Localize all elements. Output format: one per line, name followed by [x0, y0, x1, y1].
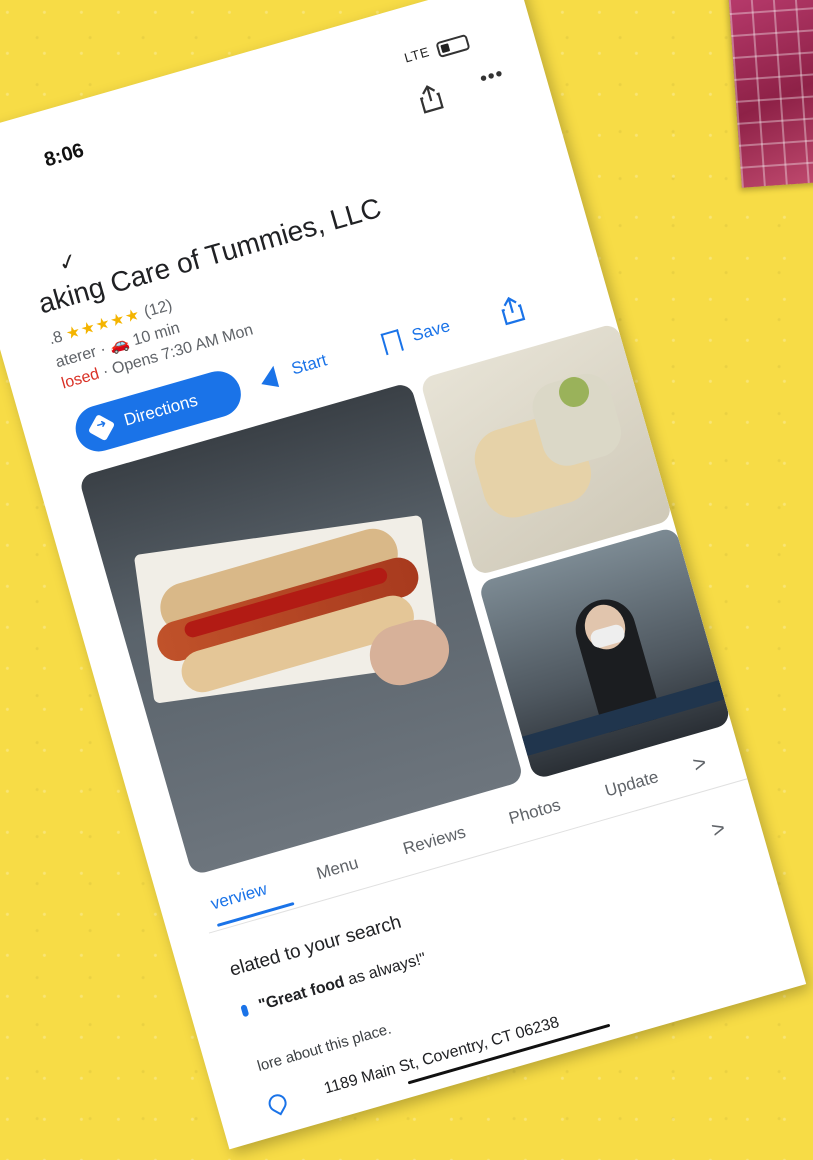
share-place-icon[interactable]	[495, 292, 528, 328]
directions-icon	[87, 414, 116, 442]
signal-indicator: LTE	[402, 43, 432, 66]
start-label: Start	[289, 350, 329, 379]
tab-overview[interactable]: verview	[209, 879, 270, 914]
place-title: aking Care of Tummies, LLC	[34, 191, 385, 320]
location-pin-icon	[265, 1091, 290, 1116]
more-options-icon[interactable]: •••	[477, 63, 506, 92]
save-button[interactable]: Save	[380, 315, 453, 356]
tab-menu[interactable]: Menu	[314, 853, 360, 884]
start-button[interactable]: Start	[260, 350, 329, 387]
tab-updates[interactable]: Update	[603, 767, 661, 801]
status-time: 8:06	[41, 139, 87, 172]
share-icon[interactable]	[414, 80, 447, 116]
tab-photos[interactable]: Photos	[507, 795, 563, 829]
quote-bold: "Great food	[256, 973, 347, 1015]
chevron-right-icon[interactable]: >	[709, 815, 729, 844]
corner-photo	[728, 0, 813, 188]
review-count[interactable]: (12)	[142, 297, 174, 321]
back-icon[interactable]: ✓	[55, 247, 80, 277]
battery-icon	[435, 33, 471, 59]
quote-icon	[240, 1003, 250, 1018]
save-label: Save	[409, 316, 453, 346]
navigation-arrow-icon	[261, 364, 283, 387]
bookmark-icon	[380, 329, 404, 356]
rating-value: .8	[47, 328, 65, 349]
directions-label: Directions	[121, 390, 200, 430]
tab-reviews[interactable]: Reviews	[401, 822, 468, 859]
quote-rest: as always!"	[341, 950, 429, 990]
